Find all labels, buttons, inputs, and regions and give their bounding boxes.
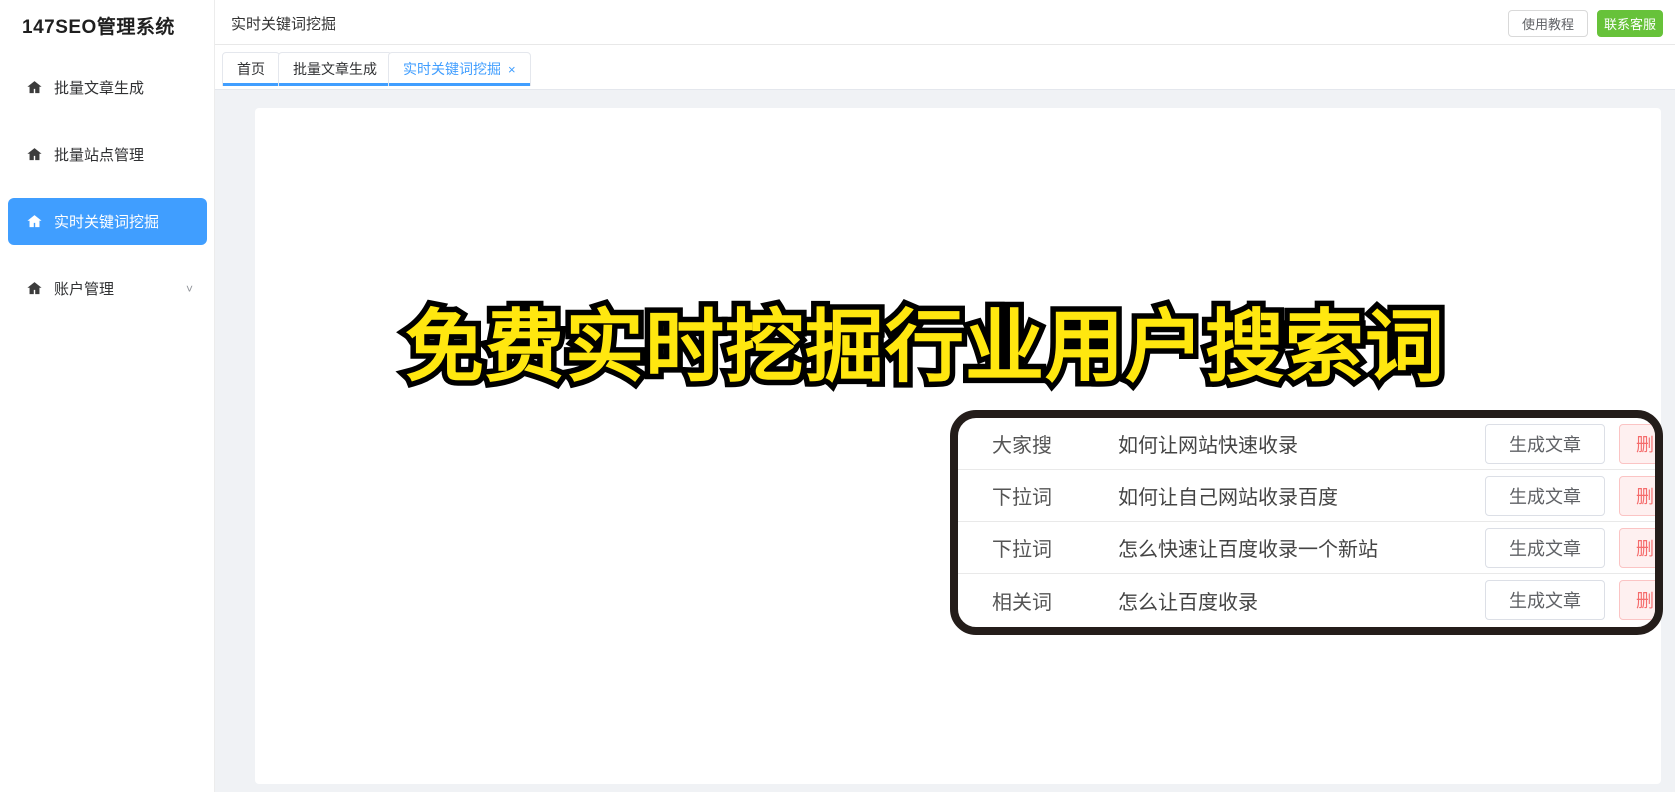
page-title: 实时关键词挖掘 bbox=[231, 16, 337, 33]
inset-row: 下拉词 如何让自己网站收录百度 生成文章 删除 bbox=[958, 470, 1655, 522]
sidebar-item-label: 批量站点管理 bbox=[54, 147, 145, 164]
app-logo: 147SEO管理系统 bbox=[22, 17, 175, 38]
delete-button[interactable]: 删除 bbox=[1619, 423, 1655, 464]
tab-label: 批量文章生成 bbox=[293, 61, 377, 77]
close-icon[interactable]: × bbox=[508, 62, 516, 77]
delete-button[interactable]: 删除 bbox=[1619, 475, 1655, 516]
home-icon bbox=[27, 81, 42, 94]
tab-label: 首页 bbox=[237, 61, 265, 77]
sidebar-item-account[interactable]: 账户管理 ˅ bbox=[8, 265, 207, 312]
home-icon bbox=[27, 215, 42, 228]
row-type: 大家搜 bbox=[992, 435, 1052, 457]
sidebar-item-batch-site[interactable]: 批量站点管理 bbox=[8, 131, 207, 178]
delete-button[interactable]: 删除 bbox=[1619, 580, 1655, 620]
sidebar-item-label: 账户管理 bbox=[54, 281, 115, 298]
delete-button[interactable]: 删除 bbox=[1619, 527, 1655, 568]
tab-realtime-keyword[interactable]: 实时关键词挖掘 × bbox=[388, 52, 531, 86]
tab-label: 实时关键词挖掘 bbox=[403, 61, 501, 77]
generate-article-button[interactable]: 生成文章 bbox=[1485, 423, 1605, 464]
home-icon bbox=[27, 282, 42, 295]
sidebar-item-label: 实时关键词挖掘 bbox=[54, 214, 160, 231]
chevron-down-icon: ˅ bbox=[185, 281, 193, 296]
sidebar-item-label: 批量文章生成 bbox=[54, 80, 145, 97]
row-keyword: 如何让网站快速收录 bbox=[1118, 435, 1298, 457]
contact-support-button[interactable]: 联系客服 bbox=[1597, 10, 1663, 37]
promo-overlay-text: 免费实时挖掘行业用户搜索词 bbox=[400, 297, 1450, 397]
sidebar-item-realtime-keyword[interactable]: 实时关键词挖掘 bbox=[8, 198, 207, 245]
row-keyword: 怎么快速让百度收录一个新站 bbox=[1118, 539, 1378, 561]
inset-row: 大家搜 如何让网站快速收录 生成文章 删除 bbox=[958, 418, 1655, 470]
row-type: 相关词 bbox=[992, 591, 1052, 614]
inset-row: 下拉词 怎么快速让百度收录一个新站 生成文章 删除 bbox=[958, 522, 1655, 574]
sidebar-item-batch-article[interactable]: 批量文章生成 bbox=[8, 64, 207, 111]
tabbar: 首页 批量文章生成 实时关键词挖掘 × bbox=[215, 45, 1675, 90]
sidebar: 147SEO管理系统 批量文章生成 批量站点管理 实时关键词挖掘 账户管理 ˅ bbox=[0, 0, 215, 792]
tab-home[interactable]: 首页 bbox=[222, 52, 280, 86]
inset-row: 相关词 怎么让百度收录 生成文章 删除 bbox=[958, 574, 1655, 626]
row-type: 下拉词 bbox=[992, 487, 1052, 509]
topbar: 实时关键词挖掘 使用教程 联系客服 bbox=[215, 0, 1675, 45]
tab-batch-article[interactable]: 批量文章生成 bbox=[278, 52, 392, 86]
generate-article-button[interactable]: 生成文章 bbox=[1485, 475, 1605, 516]
row-type: 下拉词 bbox=[992, 539, 1052, 561]
row-keyword: 怎么让百度收录 bbox=[1118, 591, 1258, 614]
row-keyword: 如何让自己网站收录百度 bbox=[1118, 487, 1338, 509]
home-icon bbox=[27, 148, 42, 161]
generate-article-button[interactable]: 生成文章 bbox=[1485, 580, 1605, 620]
magnified-inset-box: 大家搜 如何让网站快速收录 生成文章 删除 下拉词 如何让自己网站收录百度 生成… bbox=[950, 410, 1663, 635]
page: 147SEO管理系统 批量文章生成 批量站点管理 实时关键词挖掘 账户管理 ˅ … bbox=[0, 0, 1675, 792]
generate-article-button[interactable]: 生成文章 bbox=[1485, 527, 1605, 568]
tutorial-button[interactable]: 使用教程 bbox=[1508, 10, 1588, 37]
